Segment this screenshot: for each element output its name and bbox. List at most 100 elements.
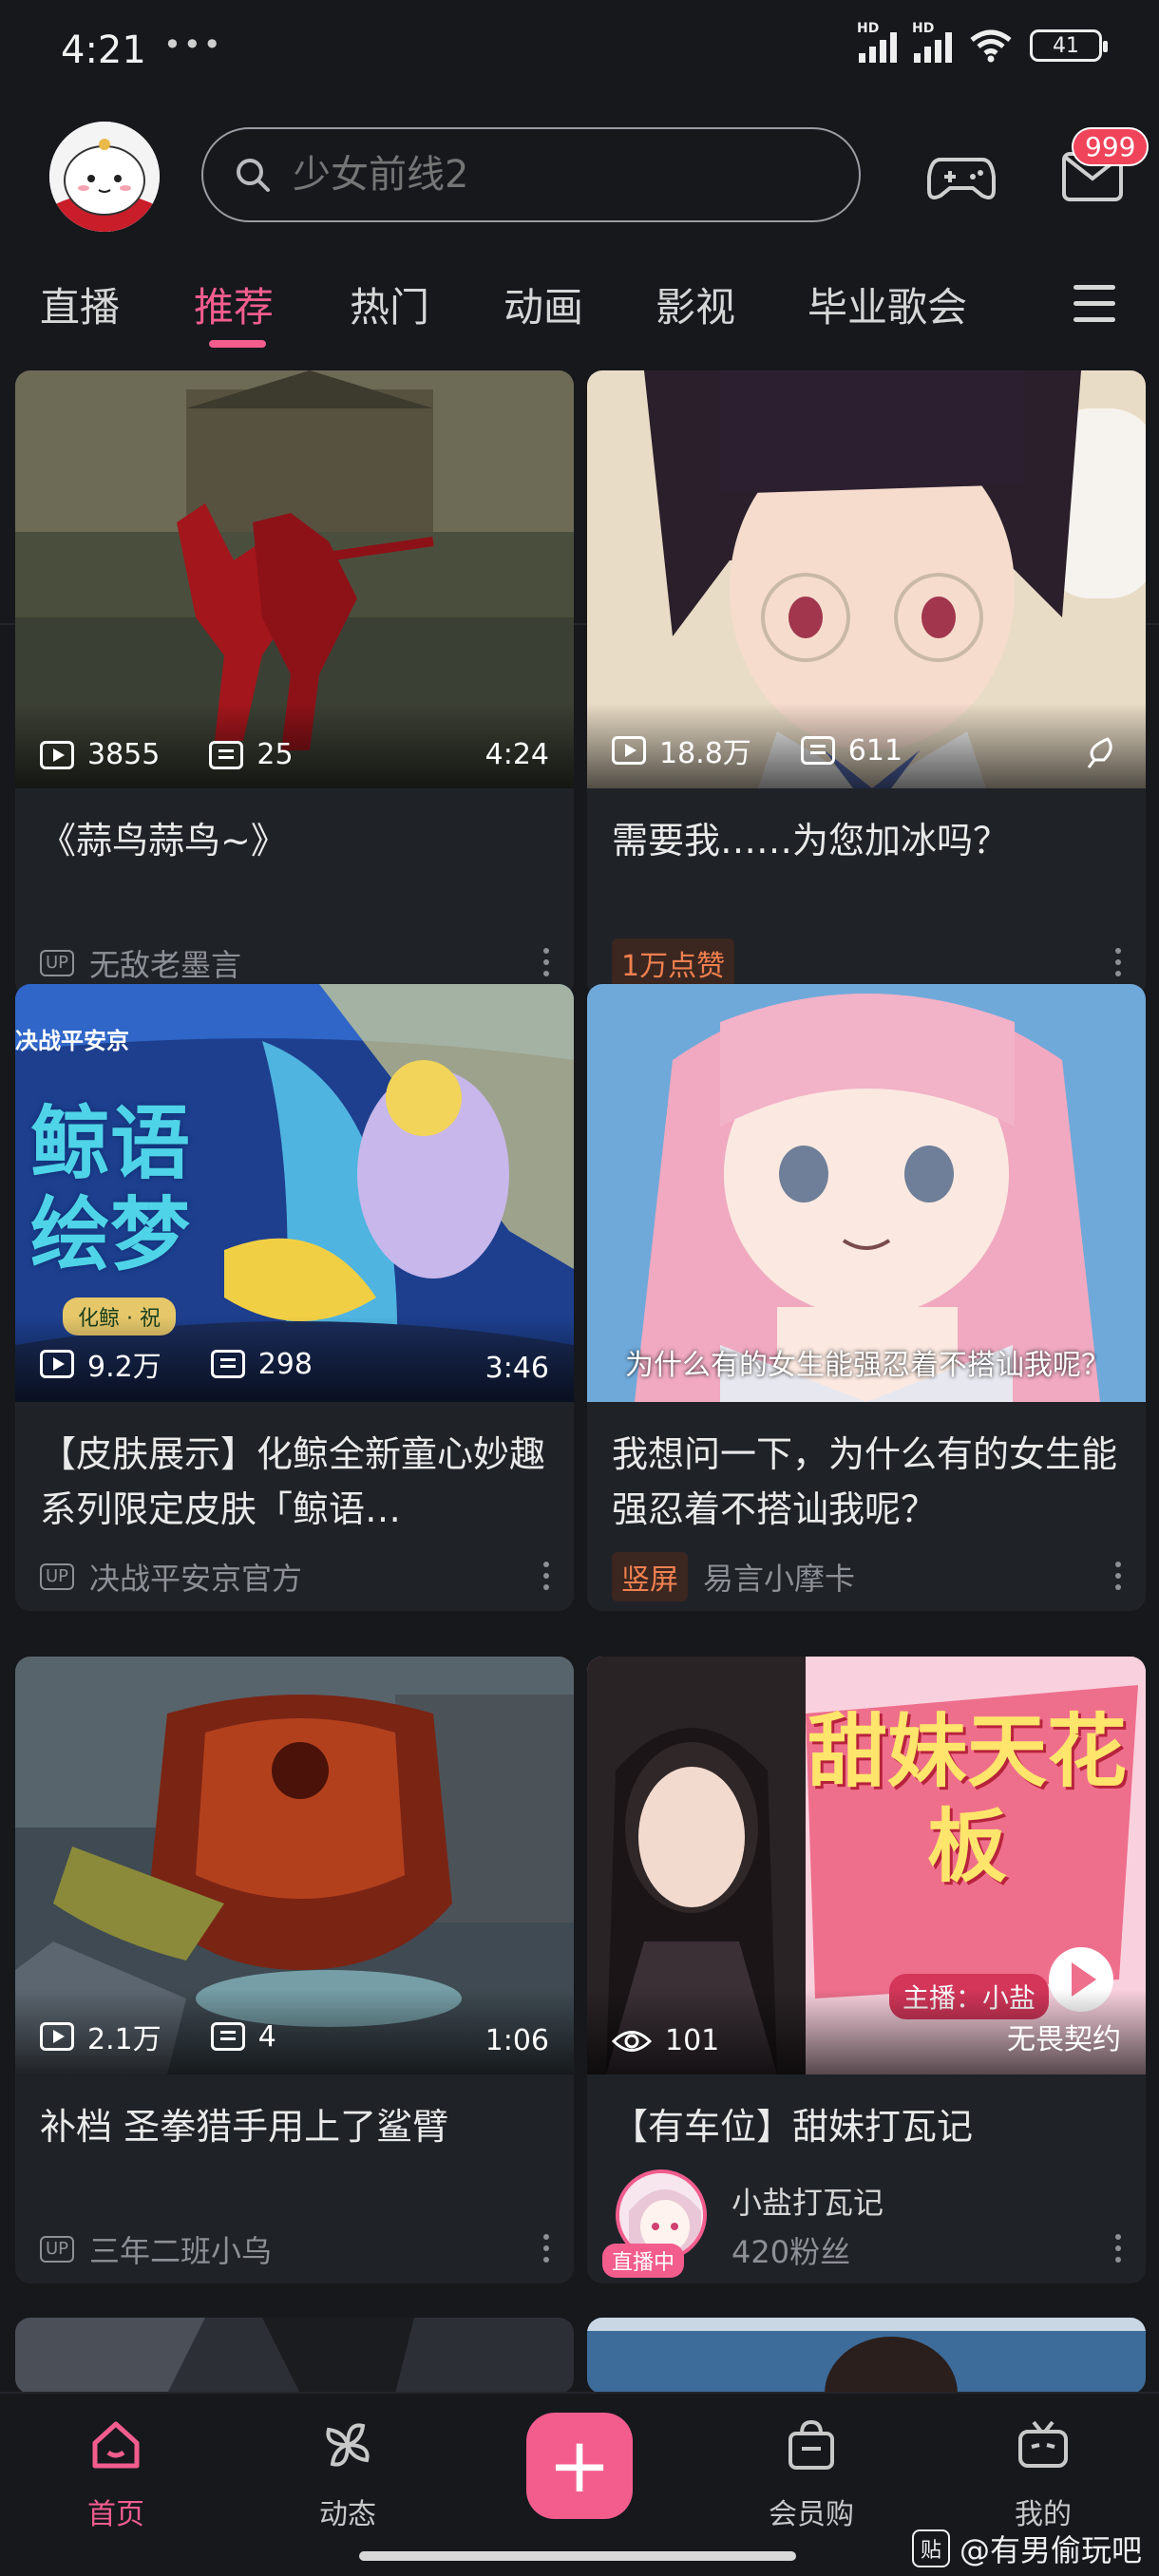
video-card[interactable]: 3855 25 4:24 《蒜鸟蒜鸟~》 UP 无敌老墨言 [15,370,574,997]
streamer-name[interactable]: 小盐打瓦记 [732,2179,884,2223]
video-title: 《蒜鸟蒜鸟~》 [40,820,287,862]
live-now-badge: 直播中 [602,2244,685,2278]
stream-banner-title: 甜妹天花板 [807,1705,1127,1893]
status-time: 4:21 [61,28,146,72]
tab-recommend[interactable]: 推荐 [194,275,274,333]
video-card[interactable]: 2.1万 4 1:06 补档 圣拳猎手用上了鲨臂 UP 三年二班小乌 [15,1657,574,2283]
video-thumbnail: 18.8万 611 [587,370,1146,788]
pink-hair-girl-thumbnail [587,984,1146,1402]
more-options-icon[interactable] [1115,2234,1121,2263]
video-stats: 2.1万 4 [40,2016,276,2057]
up-tag: UP [40,950,75,976]
video-card-partial[interactable] [587,2318,1146,2394]
video-meta: UP 三年二班小乌 [15,2215,574,2283]
signal-icon-2: HD [912,21,952,63]
status-bar: 4:21 ••• HD HD 41 [0,0,1159,114]
author-name[interactable]: 无敌老墨言 [89,941,241,985]
video-card[interactable]: 18.8万 611 需要我……为您加冰吗？ 1万点赞 [587,370,1146,997]
search-icon [237,159,270,192]
game-logo-text: 决战平安京 [15,1028,129,1054]
live-card[interactable]: 甜妹天花板 主播：小盐 101 无畏契约 【有车位】甜妹打瓦记 直播中 小盐打瓦… [587,1657,1146,2283]
video-meta: 竖屏 易言小摩卡 [587,1543,1146,1611]
status-icons: HD HD 41 [857,21,1108,63]
likes-badge: 1万点赞 [612,938,735,988]
video-card-partial[interactable] [15,2318,574,2394]
vertical-video-badge: 竖屏 [612,1552,688,1601]
tab-anime[interactable]: 动画 [504,275,583,333]
video-duration: 1:06 [484,2024,549,2057]
video-card[interactable]: 决战平安京 鲸语绘梦 化鲸 · 祝 9.2万 298 3:46 【皮肤展示】化鲸… [15,984,574,1611]
live-streamer-row: 直播中 小盐打瓦记 420粉丝 [587,2166,1146,2283]
publish-plus-button[interactable]: + [526,2413,633,2519]
video-thumbnail: 3855 25 4:24 [15,370,574,788]
video-duration: 3:46 [484,1352,549,1385]
play-count-icon [40,740,74,769]
search-bar[interactable] [201,127,861,222]
live-category: 无畏契约 [1007,2023,1121,2056]
home-indicator[interactable] [359,2551,796,2561]
author-name[interactable]: 易言小摩卡 [703,1555,855,1599]
up-tag: UP [40,1563,75,1590]
video-title: 我想问一下，为什么有的女生能强忍着不搭讪我呢？ [612,1433,1118,1530]
author-name[interactable]: 三年二班小乌 [89,2227,272,2271]
more-options-icon[interactable] [543,948,549,976]
watermark: 贴 @有男偷玩吧 [912,2527,1142,2570]
video-meta: UP 决战平安京官方 [15,1543,574,1611]
pinwheel-icon [326,2423,370,2467]
live-thumbnail: 甜妹天花板 主播：小盐 101 无畏契约 [587,1657,1146,2074]
play-count-icon [612,1356,646,1385]
more-options-icon[interactable] [543,1562,549,1590]
video-thumbnail: 为什么有的女生能强忍着不搭讪我呢？ [587,984,1146,1402]
video-card[interactable]: 为什么有的女生能强忍着不搭讪我呢？ 我想问一下，为什么有的女生能强忍着不搭讪我呢… [587,984,1146,1611]
video-stats: 9.2万 298 [40,1343,313,1385]
home-icon [92,2421,140,2469]
active-tab-indicator [209,340,266,348]
more-options-icon[interactable] [1115,1562,1121,1590]
tab-graduation-concert[interactable]: 毕业歌会 [808,275,967,333]
nav-mine[interactable]: 我的 [977,2416,1110,2532]
tab-menu-icon[interactable] [1074,285,1115,325]
tab-hot[interactable]: 热门 [350,275,429,333]
danmaku-count-icon [209,740,244,769]
video-stats: 18.8万 611 [612,729,902,771]
notification-badge: 999 [1072,127,1150,166]
gamepad-icon[interactable] [927,148,996,205]
play-count-icon [612,736,646,765]
live-stats: 101 [612,2024,719,2057]
rocket-icon [1087,737,1112,768]
search-input[interactable] [293,153,825,197]
tab-film[interactable]: 影视 [656,275,735,333]
eye-icon [612,2030,652,2052]
status-more-dots: ••• [163,27,223,63]
video-thumbnail: 2.1万 4 1:06 [15,1657,574,2074]
video-title: 【皮肤展示】化鲸全新童心妙趣系列限定皮肤「鲸语… [40,1433,546,1530]
danmaku-count-icon [210,2022,245,2051]
partial-thumbnail [15,2318,574,2394]
category-tabs: 直播 推荐 热门 动画 影视 毕业歌会 [0,266,1159,625]
live-title: 【有车位】甜妹打瓦记 [612,2106,974,2148]
shopping-bag-icon [788,2419,834,2470]
user-avatar[interactable] [49,122,160,232]
nav-home[interactable]: 首页 [49,2416,182,2532]
more-options-icon[interactable] [1115,948,1121,976]
nav-dynamic[interactable]: 动态 [281,2416,414,2532]
danmaku-count-icon [800,736,835,765]
partial-thumbnail [587,2318,1146,2394]
play-count-icon [40,1350,74,1378]
video-thumbnail: 决战平安京 鲸语绘梦 化鲸 · 祝 9.2万 298 3:46 [15,984,574,1402]
video-title: 补档 圣拳猎手用上了鲨臂 [40,2106,449,2148]
up-tag: UP [40,2236,75,2263]
more-options-icon[interactable] [543,2234,549,2263]
tab-live[interactable]: 直播 [40,275,120,333]
danmaku-count-icon [210,1350,245,1378]
tv-icon [1018,2420,1068,2468]
nav-vip-shop[interactable]: 会员购 [745,2416,878,2532]
wifi-icon [970,29,1012,63]
avatar-mascot-icon [49,122,160,232]
signal-icon: HD [857,21,897,63]
author-name[interactable]: 决战平安京官方 [89,1555,302,1599]
video-title: 需要我……为您加冰吗？ [612,820,1010,862]
plus-icon: + [547,2421,612,2510]
fan-count: 420粉丝 [732,2234,851,2270]
play-count-icon [40,2022,74,2051]
